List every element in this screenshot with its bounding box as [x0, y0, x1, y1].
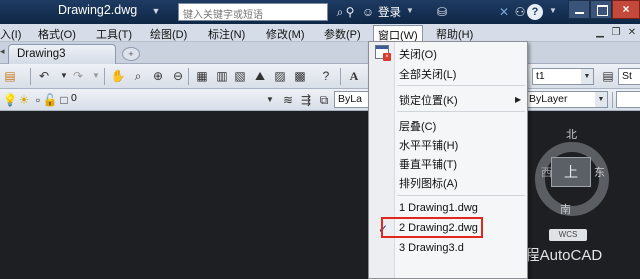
mdi-close-icon[interactable]: ✕	[626, 27, 638, 39]
layers-toolbar: 💡 ☀ ▫ 🔓 □ 0 ▼ ≋ ⇶ ⧉ ByLa ByLayer ▼	[0, 89, 640, 111]
toolbar-divider	[188, 68, 189, 85]
compass-west[interactable]: 西	[541, 164, 552, 180]
login-button[interactable]: 登录	[378, 4, 401, 20]
wcs-menu[interactable]: WCS	[549, 229, 587, 241]
dim-style-value: t1	[536, 70, 545, 82]
dim-style-combo[interactable]: t1 ▼	[532, 68, 594, 85]
layer-previous-icon[interactable]: ⧉	[316, 92, 332, 108]
menu-insert[interactable]: 入(I)	[0, 26, 21, 41]
menu-separator	[397, 85, 525, 86]
zoom-realtime-icon[interactable]: ⌕	[130, 68, 146, 84]
redo-icon[interactable]: ↷	[70, 68, 86, 84]
menu-separator	[397, 195, 525, 196]
multileader-style-value: St	[622, 70, 632, 82]
menu-tools[interactable]: 工具(T)	[96, 26, 132, 41]
help-dropdown-icon[interactable]: ▼	[549, 6, 557, 15]
help-book-icon[interactable]: ?	[318, 68, 334, 84]
toolbar-divider	[340, 68, 341, 85]
menu-format[interactable]: 格式(O)	[38, 26, 76, 41]
close-window-icon: ×	[375, 45, 391, 61]
menu-item-arrange-icons[interactable]: 排列图标(A)	[399, 175, 458, 191]
tool-palettes-icon[interactable]: ▧	[232, 68, 248, 84]
color-combo[interactable]: ByLa	[334, 91, 370, 108]
mdi-restore-icon[interactable]: ❐	[610, 27, 622, 39]
search-input[interactable]: 键入关键字或短语	[178, 3, 328, 21]
layer-value: 0	[71, 92, 77, 104]
chevron-down-icon[interactable]: ▼	[262, 92, 278, 108]
menu-item-tile-horizontal[interactable]: 水平平铺(H)	[399, 137, 458, 153]
calculator-icon[interactable]: ▩	[292, 68, 308, 84]
menu-item-drawing3[interactable]: 3 Drawing3.d	[399, 242, 464, 254]
text-style-icon[interactable]: A	[346, 68, 362, 84]
chevron-down-icon[interactable]: ▼	[150, 6, 162, 18]
menu-help[interactable]: 帮助(H)	[436, 26, 473, 41]
menu-item-drawing1[interactable]: 1 Drawing1.dwg	[399, 202, 478, 214]
pan-icon[interactable]: ✋	[110, 68, 126, 84]
menu-icon-gutter	[369, 42, 395, 278]
tab-drawing3[interactable]: Drawing3	[8, 44, 116, 64]
chevron-down-icon[interactable]: ▼	[595, 92, 607, 107]
menu-dimension[interactable]: 标注(N)	[208, 26, 245, 41]
menu-separator	[397, 111, 525, 112]
lineweight-value: ByLayer	[529, 93, 568, 105]
zoom-previous-icon[interactable]: ⊖	[170, 68, 186, 84]
minimize-button[interactable]	[568, 0, 590, 19]
menu-item-close-all[interactable]: 全部关闭(L)	[399, 66, 456, 82]
help-icon[interactable]: ?	[527, 4, 543, 20]
markup-icon[interactable]: ▨	[272, 68, 288, 84]
tab-menu-icon[interactable]: ◂	[0, 46, 5, 57]
zoom-window-icon[interactable]: ⊕	[150, 68, 166, 84]
menu-modify[interactable]: 修改(M)	[266, 26, 305, 41]
toolbar-divider	[30, 68, 31, 85]
window-menu-dropdown: × 关闭(O) 全部关闭(L) 锁定位置(K) ▶ 层叠(C) 水平平铺(H) …	[368, 41, 528, 279]
highlight-annotation	[381, 217, 483, 238]
document-title: Drawing2.dwg	[58, 3, 138, 17]
properties-icon[interactable]: ▦	[194, 68, 210, 84]
toolbar-divider	[104, 68, 105, 85]
menu-draw[interactable]: 绘图(D)	[150, 26, 187, 41]
binoculars-icon[interactable]: ⚲	[342, 4, 358, 20]
menu-parametric[interactable]: 参数(P)	[324, 26, 361, 41]
exchange-icon[interactable]: ✕	[496, 4, 512, 20]
user-group-icon[interactable]: ⚇	[512, 4, 528, 20]
menu-item-close[interactable]: 关闭(O)	[399, 46, 437, 62]
layer-properties-icon[interactable]: ≋	[280, 92, 296, 108]
menu-item-tile-vertical[interactable]: 垂直平铺(T)	[399, 156, 457, 172]
cart-icon[interactable]: ⛁	[434, 4, 450, 20]
design-center-icon[interactable]: ▥	[214, 68, 230, 84]
multileader-style-combo[interactable]: St	[618, 68, 640, 85]
submenu-arrow-icon: ▶	[515, 95, 522, 104]
menu-item-cascade[interactable]: 层叠(C)	[399, 118, 436, 134]
chevron-down-icon[interactable]: ▼	[581, 69, 593, 84]
title-bar: Drawing2.dwg ▼ 键入关键字或短语 ⌕ ⚲ ☺ 登录 ▼ ⛁ ✕ ⚇…	[0, 0, 640, 24]
user-icon[interactable]: ☺	[360, 4, 376, 20]
viewcube-top-face[interactable]: 上	[551, 157, 591, 187]
color-value: ByLa	[338, 93, 362, 105]
open-icon[interactable]: ▤	[2, 68, 18, 84]
standard-toolbar: ▤ ↶ ▼ ↷ ▼ ✋ ⌕ ⊕ ⊖ ▦ ▥ ▧ ⛰ ▨ ▩ ? A t1 ▼ ▤…	[0, 64, 640, 89]
close-button[interactable]: ×	[612, 0, 640, 19]
tab-label: Drawing3	[17, 48, 66, 60]
login-dropdown-icon[interactable]: ▼	[406, 6, 414, 15]
lineweight-combo[interactable]: ByLayer ▼	[522, 91, 608, 108]
maximize-button[interactable]	[590, 0, 612, 19]
compass-east[interactable]: 东	[594, 164, 605, 180]
menu-item-lock-location[interactable]: 锁定位置(K)	[399, 92, 458, 108]
redo-dropdown-icon[interactable]: ▼	[88, 68, 104, 84]
new-tab-icon[interactable]: +	[122, 47, 140, 61]
sheet-set-icon[interactable]: ⛰	[252, 68, 268, 84]
layer-combo[interactable]: 0	[68, 91, 258, 108]
table-style-icon[interactable]: ▤	[600, 68, 616, 84]
compass-north[interactable]: 北	[566, 126, 577, 142]
plot-style-combo[interactable]	[616, 91, 640, 108]
file-tab-bar: ◂ Drawing3 +	[0, 42, 640, 64]
compass-south[interactable]: 南	[560, 201, 571, 217]
toolbar-divider	[612, 92, 613, 108]
mdi-minimize-icon[interactable]: ▁	[594, 27, 606, 39]
menu-bar: 入(I) 格式(O) 工具(T) 绘图(D) 标注(N) 修改(M) 参数(P)…	[0, 24, 640, 43]
make-current-icon[interactable]: ⇶	[298, 92, 314, 108]
undo-icon[interactable]: ↶	[36, 68, 52, 84]
